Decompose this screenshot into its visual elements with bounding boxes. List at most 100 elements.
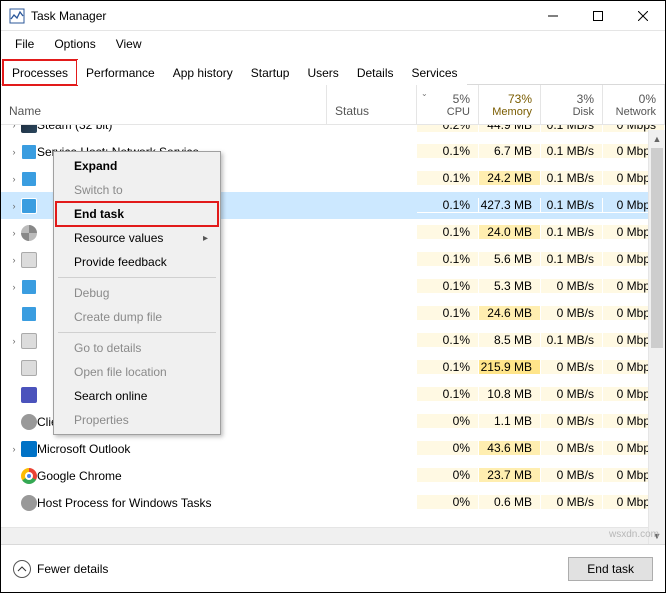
disk-cell: 0 MB/s <box>541 306 603 321</box>
table-row[interactable]: ›Steam (32 bit)0.2%44.9 MB0.1 MB/s0 Mbps <box>1 125 665 138</box>
table-row[interactable]: Host Process for Windows Tasks0%0.6 MB0 … <box>1 489 665 516</box>
cpu-cell: 0% <box>417 441 479 456</box>
disk-cell: 0.1 MB/s <box>541 225 603 240</box>
disk-cell: 0.1 MB/s <box>541 198 603 213</box>
menu-view[interactable]: View <box>106 33 152 55</box>
table-row[interactable]: Google Chrome0%23.7 MB0 MB/s0 Mbps <box>1 462 665 489</box>
disk-cell: 0 MB/s <box>541 441 603 456</box>
menu-options[interactable]: Options <box>44 33 105 55</box>
horizontal-scrollbar[interactable] <box>1 527 648 544</box>
memory-cell: 24.0 MB <box>479 225 541 240</box>
disk-cell: 0 MB/s <box>541 495 603 510</box>
disk-cell: 0 MB/s <box>541 360 603 375</box>
window-controls <box>530 1 665 30</box>
disk-cell: 0.1 MB/s <box>541 252 603 267</box>
col-name[interactable]: Name <box>1 85 327 124</box>
process-icon <box>21 495 37 511</box>
ctx-go-to-details: Go to details <box>56 336 218 360</box>
ctx-switch-to: Switch to <box>56 178 218 202</box>
process-icon <box>21 387 37 403</box>
ctx-open-file-location: Open file location <box>56 360 218 384</box>
process-icon <box>21 144 37 160</box>
cpu-cell: 0.1% <box>417 252 479 267</box>
expand-arrow-icon[interactable]: › <box>7 147 21 157</box>
expand-arrow-icon[interactable]: › <box>7 336 21 346</box>
tab-processes[interactable]: Processes <box>3 60 77 85</box>
memory-cell: 8.5 MB <box>479 333 541 348</box>
col-disk[interactable]: 3% Disk <box>541 85 603 124</box>
task-manager-icon <box>9 8 25 24</box>
menu-file[interactable]: File <box>5 33 44 55</box>
col-memory[interactable]: 73% Memory <box>479 85 541 124</box>
expand-arrow-icon[interactable]: › <box>7 444 21 454</box>
cpu-cell: 0.1% <box>417 225 479 240</box>
tab-details[interactable]: Details <box>348 60 403 85</box>
tab-app-history[interactable]: App history <box>164 60 242 85</box>
menu-bar: File Options View <box>1 31 665 57</box>
memory-cell: 24.2 MB <box>479 171 541 186</box>
ctx-search-online[interactable]: Search online <box>56 384 218 408</box>
memory-cell: 24.6 MB <box>479 306 541 321</box>
maximize-button[interactable] <box>575 1 620 30</box>
process-name: Steam (32 bit) <box>37 125 112 132</box>
memory-cell: 10.8 MB <box>479 387 541 402</box>
cpu-cell: 0.1% <box>417 279 479 294</box>
footer: Fewer details End task <box>1 544 665 592</box>
tab-services[interactable]: Services <box>403 60 467 85</box>
ctx-resource-values[interactable]: Resource values <box>56 226 218 250</box>
scroll-up-icon[interactable]: ▲ <box>649 130 665 147</box>
disk-cell: 0.1 MB/s <box>541 171 603 186</box>
expand-arrow-icon[interactable]: › <box>7 125 21 130</box>
cpu-cell: 0% <box>417 468 479 483</box>
scroll-thumb[interactable] <box>651 148 663 348</box>
disk-cell: 0 MB/s <box>541 414 603 429</box>
expand-arrow-icon[interactable]: › <box>7 228 21 238</box>
ctx-debug: Debug <box>56 281 218 305</box>
sort-caret-icon: ⌄ <box>421 89 428 98</box>
memory-cell: 5.6 MB <box>479 252 541 267</box>
cpu-cell: 0.1% <box>417 144 479 159</box>
ctx-properties: Properties <box>56 408 218 432</box>
ctx-end-task[interactable]: End task <box>56 202 218 226</box>
tab-performance[interactable]: Performance <box>77 60 164 85</box>
ctx-provide-feedback[interactable]: Provide feedback <box>56 250 218 274</box>
process-icon <box>21 468 37 484</box>
vertical-scrollbar[interactable]: ▲ ▼ <box>648 130 665 544</box>
memory-cell: 6.7 MB <box>479 144 541 159</box>
ctx-create-dump-file: Create dump file <box>56 305 218 329</box>
ctx-expand[interactable]: Expand <box>56 154 218 178</box>
expand-arrow-icon[interactable]: › <box>7 174 21 184</box>
table-row[interactable]: ›Microsoft Outlook0%43.6 MB0 MB/s0 Mbps <box>1 435 665 462</box>
title-bar: Task Manager <box>1 1 665 31</box>
memory-cell: 427.3 MB <box>479 198 541 213</box>
process-icon <box>21 441 37 457</box>
menu-separator <box>58 277 216 278</box>
expand-arrow-icon[interactable]: › <box>7 201 21 211</box>
process-icon <box>21 252 37 268</box>
minimize-button[interactable] <box>530 1 575 30</box>
fewer-details-button[interactable]: Fewer details <box>13 560 108 578</box>
process-icon <box>21 171 37 187</box>
memory-cell: 23.7 MB <box>479 468 541 483</box>
cpu-cell: 0% <box>417 414 479 429</box>
close-button[interactable] <box>620 1 665 30</box>
cpu-cell: 0.1% <box>417 171 479 186</box>
memory-cell: 0.6 MB <box>479 495 541 510</box>
col-status[interactable]: Status <box>327 85 417 124</box>
disk-cell: 0 MB/s <box>541 468 603 483</box>
chevron-up-icon <box>13 560 31 578</box>
memory-cell: 5.3 MB <box>479 279 541 294</box>
expand-arrow-icon[interactable]: › <box>7 282 21 292</box>
memory-cell: 44.9 MB <box>479 125 541 133</box>
context-menu: ExpandSwitch toEnd taskResource valuesPr… <box>53 151 221 435</box>
col-cpu[interactable]: ⌄ 5% CPU <box>417 85 479 124</box>
memory-cell: 1.1 MB <box>479 414 541 429</box>
expand-arrow-icon[interactable]: › <box>7 255 21 265</box>
tab-startup[interactable]: Startup <box>242 60 299 85</box>
cpu-cell: 0.1% <box>417 198 479 213</box>
end-task-button[interactable]: End task <box>568 557 653 581</box>
tab-users[interactable]: Users <box>298 60 347 85</box>
fewer-details-label: Fewer details <box>37 562 108 576</box>
process-icon <box>21 198 37 214</box>
col-network[interactable]: 0% Network <box>603 85 665 124</box>
